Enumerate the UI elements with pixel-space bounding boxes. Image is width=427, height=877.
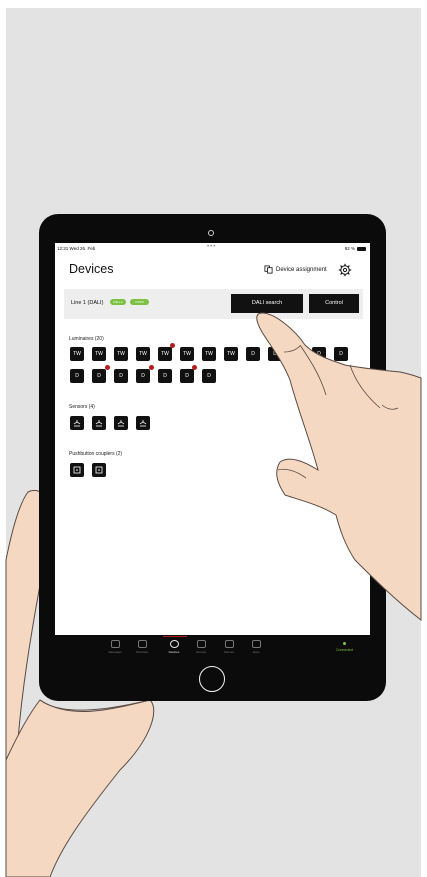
right-hand-illustration <box>256 312 422 622</box>
